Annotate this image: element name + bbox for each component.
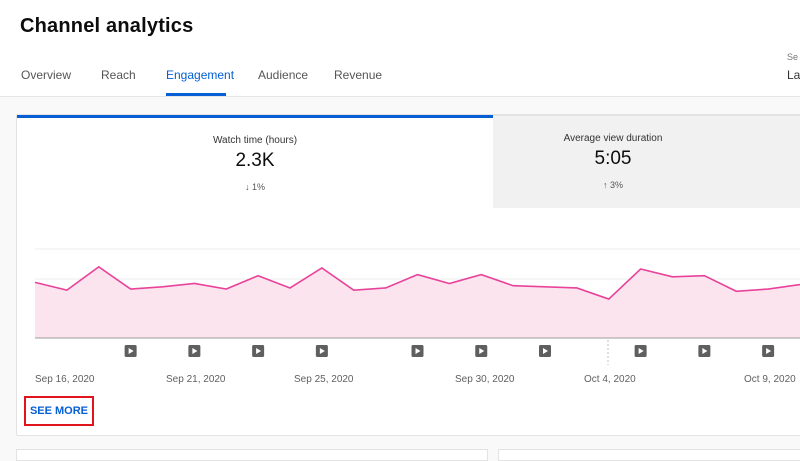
x-tick-label: Sep 25, 2020 xyxy=(294,374,354,385)
play-icon[interactable] xyxy=(252,345,265,357)
chart-area-fill xyxy=(35,266,800,338)
play-icon[interactable] xyxy=(762,345,775,357)
see-more-button[interactable]: SEE MORE xyxy=(24,396,94,426)
next-card-right xyxy=(498,449,800,461)
play-icon[interactable] xyxy=(539,345,551,357)
watch-time-line-chart: Sep 16, 2020 Sep 21, 2020 Sep 25, 2020 Sep … xyxy=(34,248,800,385)
play-icon[interactable] xyxy=(698,345,711,357)
x-tick-label: Sep 21, 2020 xyxy=(166,374,226,385)
play-icon[interactable] xyxy=(315,345,328,357)
x-tick-label: Oct 9, 2020 xyxy=(744,374,796,385)
play-icon[interactable] xyxy=(124,345,137,357)
next-card xyxy=(16,449,488,461)
play-icon[interactable] xyxy=(188,345,201,357)
play-icon[interactable] xyxy=(475,345,488,357)
play-icon[interactable] xyxy=(634,345,647,357)
x-tick-label: Sep 16, 2020 xyxy=(35,374,95,385)
x-tick-label: Sep 30, 2020 xyxy=(455,374,515,385)
x-tick-label: Oct 4, 2020 xyxy=(584,374,636,385)
play-icon[interactable] xyxy=(411,345,424,357)
